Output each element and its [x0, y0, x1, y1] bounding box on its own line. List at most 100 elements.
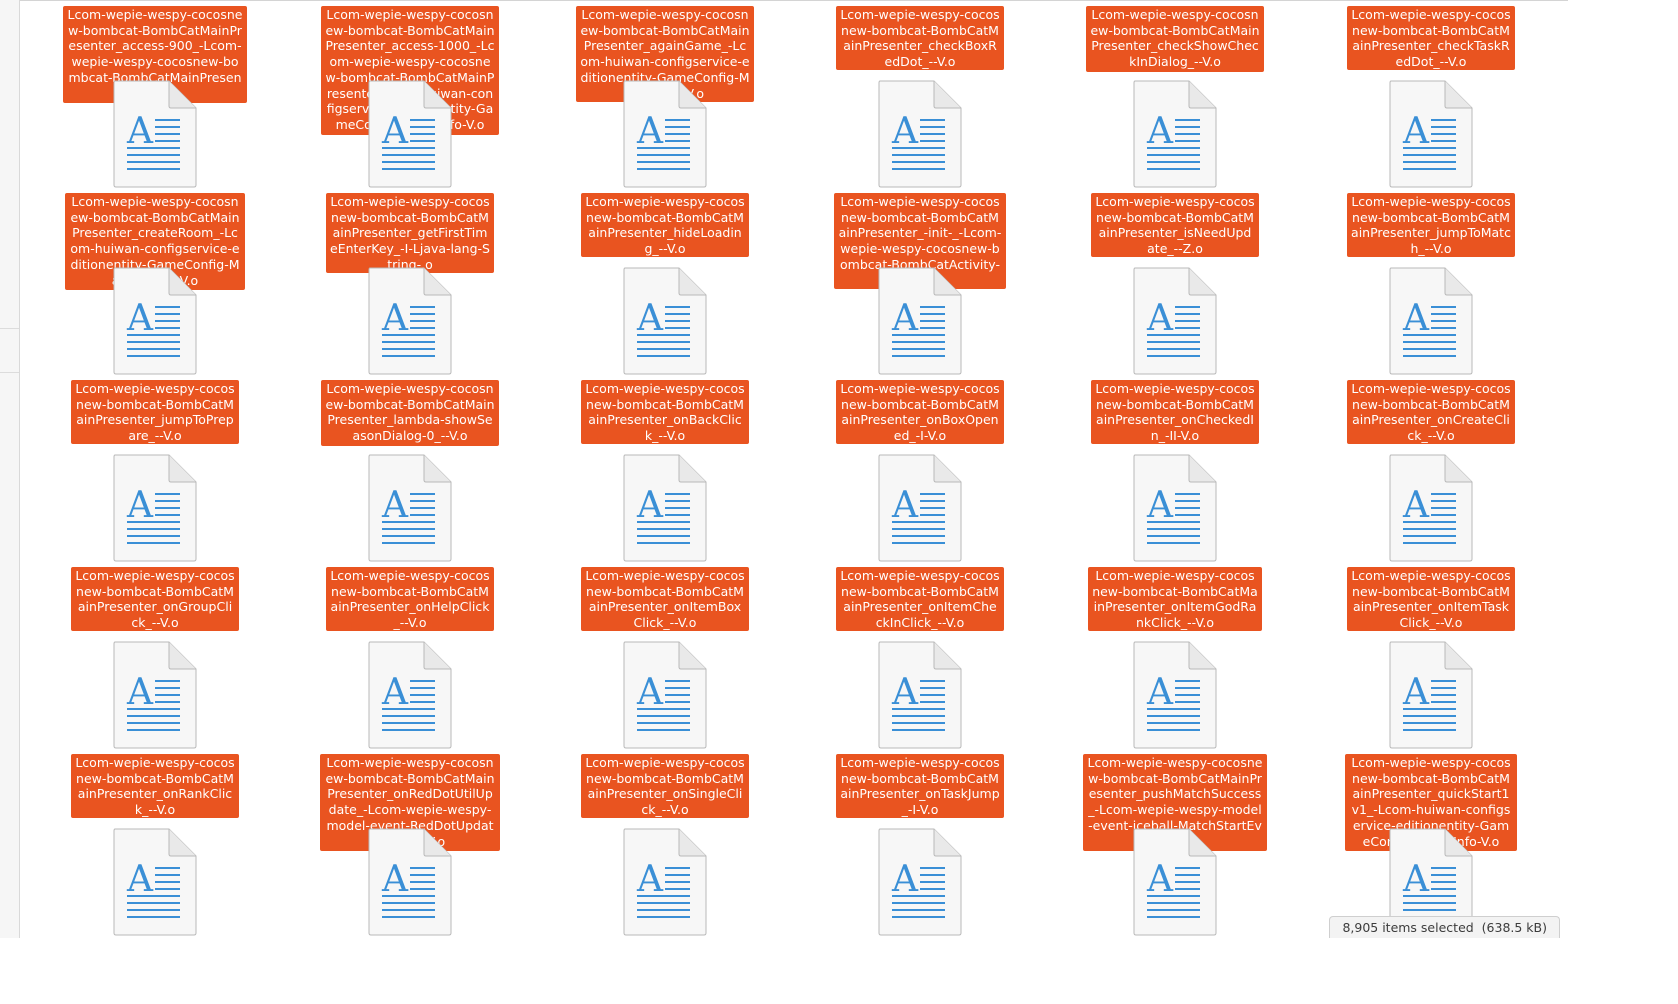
text-document-icon: A — [622, 641, 708, 749]
file-name-label: Lcom-wepie-wespy-cocosnew-bombcat-BombCa… — [1086, 6, 1264, 72]
svg-text:A: A — [891, 672, 919, 713]
file-item[interactable]: A Lcom-wepie-wespy-cocosnew-bombcat-Bomb… — [300, 748, 520, 936]
svg-text:A: A — [381, 672, 409, 713]
file-item[interactable]: A Lcom-wepie-wespy-cocosnew-bombcat-Bomb… — [1065, 561, 1285, 749]
file-item[interactable]: A Lcom-wepie-wespy-cocosnew-bombcat-Bomb… — [555, 748, 775, 936]
svg-text:A: A — [1402, 859, 1430, 900]
file-name-label: Lcom-wepie-wespy-cocosnew-bombcat-BombCa… — [321, 380, 499, 446]
text-document-icon: A — [112, 828, 198, 936]
status-bar: 8,905 items selected (638.5 kB) — [1329, 916, 1560, 938]
svg-text:A: A — [891, 859, 919, 900]
file-item[interactable]: A Lcom-wepie-wespy-cocosnew-bombcat-Bomb… — [300, 0, 520, 188]
svg-text:A: A — [1146, 859, 1174, 900]
svg-text:A: A — [636, 859, 664, 900]
svg-text:A: A — [126, 672, 154, 713]
file-item[interactable]: A Lcom-wepie-wespy-cocosnew-bombcat-Bomb… — [1065, 0, 1285, 188]
file-name-label: Lcom-wepie-wespy-cocosnew-bombcat-BombCa… — [71, 380, 239, 444]
file-item[interactable]: A Lcom-wepie-wespy-cocosnew-bombcat-Bomb… — [810, 0, 1030, 188]
file-name-label: Lcom-wepie-wespy-cocosnew-bombcat-BombCa… — [836, 380, 1004, 444]
svg-text:A: A — [1146, 485, 1174, 526]
svg-text:A: A — [636, 298, 664, 339]
file-item[interactable]: A Lcom-wepie-wespy-cocosnew-bombcat-Bomb… — [1321, 748, 1541, 936]
file-name-label: Lcom-wepie-wespy-cocosnew-bombcat-BombCa… — [1347, 193, 1515, 257]
file-item[interactable]: A Lcom-wepie-wespy-cocosnew-bombcat-Bomb… — [300, 187, 520, 375]
text-document-icon: A — [622, 80, 708, 188]
file-item[interactable]: A Lcom-wepie-wespy-cocosnew-bombcat-Bomb… — [300, 374, 520, 562]
file-item[interactable]: A Lcom-wepie-wespy-cocosnew-bombcat-Bomb… — [300, 561, 520, 749]
text-document-icon: A — [622, 454, 708, 562]
file-item[interactable]: A Lcom-wepie-wespy-cocosnew-bombcat-Bomb… — [45, 0, 265, 188]
svg-text:A: A — [381, 485, 409, 526]
file-name-label: Lcom-wepie-wespy-cocosnew-bombcat-BombCa… — [1088, 567, 1262, 631]
text-document-icon: A — [1388, 641, 1474, 749]
svg-text:A: A — [636, 111, 664, 152]
svg-text:A: A — [381, 859, 409, 900]
file-name-label: Lcom-wepie-wespy-cocosnew-bombcat-BombCa… — [326, 193, 494, 273]
file-item[interactable]: A Lcom-wepie-wespy-cocosnew-bombcat-Bomb… — [1065, 374, 1285, 562]
text-document-icon: A — [112, 267, 198, 375]
file-item[interactable]: A Lcom-wepie-wespy-cocosnew-bombcat-Bomb… — [555, 561, 775, 749]
file-name-label: Lcom-wepie-wespy-cocosnew-bombcat-BombCa… — [581, 567, 749, 631]
file-item[interactable]: A Lcom-wepie-wespy-cocosnew-bombcat-Bomb… — [555, 374, 775, 562]
text-document-icon: A — [622, 267, 708, 375]
svg-text:A: A — [1402, 485, 1430, 526]
selection-count: 8,905 items selected — [1342, 920, 1474, 935]
file-name-label: Lcom-wepie-wespy-cocosnew-bombcat-BombCa… — [1091, 380, 1259, 444]
text-document-icon: A — [112, 454, 198, 562]
svg-text:A: A — [1146, 672, 1174, 713]
text-document-icon: A — [622, 828, 708, 936]
text-document-icon: A — [877, 454, 963, 562]
file-item[interactable]: A Lcom-wepie-wespy-cocosnew-bombcat-Bomb… — [1065, 748, 1285, 936]
text-document-icon: A — [367, 80, 453, 188]
file-item[interactable]: A Lcom-wepie-wespy-cocosnew-bombcat-Bomb… — [810, 561, 1030, 749]
file-name-label: Lcom-wepie-wespy-cocosnew-bombcat-BombCa… — [1091, 193, 1259, 257]
file-name-label: Lcom-wepie-wespy-cocosnew-bombcat-BombCa… — [326, 567, 494, 631]
file-item[interactable]: A Lcom-wepie-wespy-cocosnew-bombcat-Bomb… — [45, 374, 265, 562]
text-document-icon: A — [877, 80, 963, 188]
file-name-label: Lcom-wepie-wespy-cocosnew-bombcat-BombCa… — [581, 193, 749, 257]
file-item[interactable]: A Lcom-wepie-wespy-cocosnew-bombcat-Bomb… — [1321, 561, 1541, 749]
file-name-label: Lcom-wepie-wespy-cocosnew-bombcat-BombCa… — [581, 754, 749, 818]
file-item[interactable]: A Lcom-wepie-wespy-cocosnew-bombcat-Bomb… — [45, 187, 265, 375]
file-name-label: Lcom-wepie-wespy-cocosnew-bombcat-BombCa… — [1347, 380, 1515, 444]
svg-text:A: A — [891, 298, 919, 339]
text-document-icon: A — [1388, 454, 1474, 562]
text-document-icon: A — [367, 267, 453, 375]
svg-text:A: A — [126, 485, 154, 526]
svg-text:A: A — [636, 485, 664, 526]
file-name-label: Lcom-wepie-wespy-cocosnew-bombcat-BombCa… — [836, 754, 1004, 818]
text-document-icon: A — [367, 454, 453, 562]
file-name-label: Lcom-wepie-wespy-cocosnew-bombcat-BombCa… — [71, 567, 239, 631]
svg-text:A: A — [1402, 298, 1430, 339]
file-item[interactable]: A Lcom-wepie-wespy-cocosnew-bombcat-Bomb… — [45, 748, 265, 936]
text-document-icon: A — [1132, 828, 1218, 936]
svg-text:A: A — [126, 859, 154, 900]
file-name-label: Lcom-wepie-wespy-cocosnew-bombcat-BombCa… — [71, 754, 239, 818]
text-document-icon: A — [877, 641, 963, 749]
file-item[interactable]: A Lcom-wepie-wespy-cocosnew-bombcat-Bomb… — [45, 561, 265, 749]
file-item[interactable]: A Lcom-wepie-wespy-cocosnew-bombcat-Bomb… — [555, 187, 775, 375]
text-document-icon: A — [1132, 267, 1218, 375]
file-item[interactable]: A Lcom-wepie-wespy-cocosnew-bombcat-Bomb… — [1321, 0, 1541, 188]
text-document-icon: A — [1388, 80, 1474, 188]
svg-text:A: A — [1402, 672, 1430, 713]
text-document-icon: A — [1132, 641, 1218, 749]
svg-text:A: A — [381, 298, 409, 339]
file-item[interactable]: A Lcom-wepie-wespy-cocosnew-bombcat-Bomb… — [810, 374, 1030, 562]
file-item[interactable]: A Lcom-wepie-wespy-cocosnew-bombcat-Bomb… — [1321, 187, 1541, 375]
text-document-icon: A — [1132, 454, 1218, 562]
svg-text:A: A — [1402, 111, 1430, 152]
file-item[interactable]: A Lcom-wepie-wespy-cocosnew-bombcat-Bomb… — [810, 748, 1030, 936]
file-item[interactable]: A Lcom-wepie-wespy-cocosnew-bombcat-Bomb… — [810, 187, 1030, 375]
svg-text:A: A — [891, 111, 919, 152]
svg-text:A: A — [1146, 298, 1174, 339]
text-document-icon: A — [877, 267, 963, 375]
file-name-label: Lcom-wepie-wespy-cocosnew-bombcat-BombCa… — [836, 567, 1004, 631]
file-item[interactable]: A Lcom-wepie-wespy-cocosnew-bombcat-Bomb… — [555, 0, 775, 188]
svg-text:A: A — [891, 485, 919, 526]
svg-text:A: A — [126, 298, 154, 339]
file-item[interactable]: A Lcom-wepie-wespy-cocosnew-bombcat-Bomb… — [1321, 374, 1541, 562]
text-document-icon: A — [1388, 267, 1474, 375]
file-item[interactable]: A Lcom-wepie-wespy-cocosnew-bombcat-Bomb… — [1065, 187, 1285, 375]
file-name-label: Lcom-wepie-wespy-cocosnew-bombcat-BombCa… — [1347, 6, 1515, 70]
